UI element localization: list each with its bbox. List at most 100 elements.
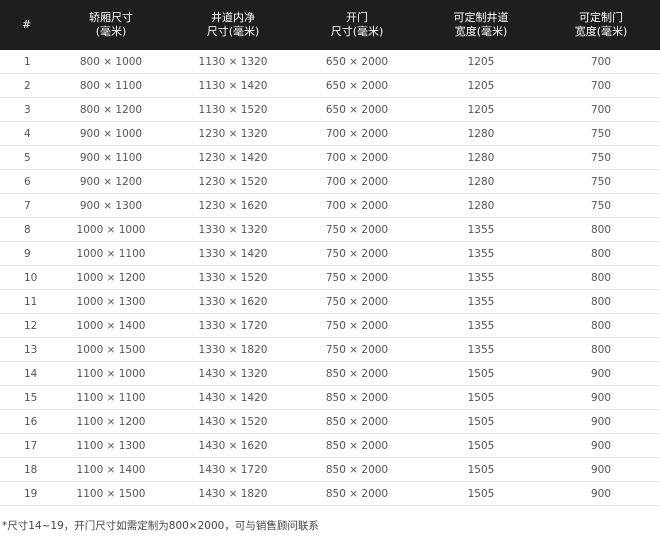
cell-car-size: 900 × 1300 bbox=[50, 193, 172, 218]
header-line: 宽度(毫米) bbox=[574, 25, 628, 38]
cell-custom-door-width: 700 bbox=[542, 50, 660, 74]
cell-car-size: 1100 × 1100 bbox=[50, 385, 172, 410]
cell-shaft-size: 1130 × 1520 bbox=[172, 97, 294, 122]
cell-custom-door-width: 700 bbox=[542, 73, 660, 98]
table-row: 19 1100 × 1500 1430 × 1820 850 × 2000 1505 90… bbox=[0, 481, 660, 506]
header-line: 尺寸(毫米) bbox=[330, 25, 384, 38]
cell-custom-door-width: 750 bbox=[542, 193, 660, 218]
cell-shaft-size: 1330 × 1420 bbox=[172, 241, 294, 266]
cell-index: 8 bbox=[0, 217, 50, 242]
cell-shaft-size: 1430 × 1820 bbox=[172, 481, 294, 506]
cell-index: 14 bbox=[0, 361, 50, 386]
cell-index: 18 bbox=[0, 457, 50, 482]
cell-custom-shaft-width: 1280 bbox=[420, 169, 542, 194]
cell-car-size: 800 × 1200 bbox=[50, 97, 172, 122]
cell-shaft-size: 1330 × 1520 bbox=[172, 265, 294, 290]
cell-shaft-size: 1230 × 1620 bbox=[172, 193, 294, 218]
cell-door-size: 750 × 2000 bbox=[294, 313, 420, 338]
cell-car-size: 1000 × 1100 bbox=[50, 241, 172, 266]
cell-custom-door-width: 750 bbox=[542, 145, 660, 170]
cell-door-size: 750 × 2000 bbox=[294, 289, 420, 314]
cell-custom-shaft-width: 1355 bbox=[420, 289, 542, 314]
cell-custom-shaft-width: 1505 bbox=[420, 409, 542, 434]
table-row: 14 1100 × 1000 1430 × 1320 850 × 2000 1505 90… bbox=[0, 361, 660, 386]
cell-index: 13 bbox=[0, 337, 50, 362]
cell-shaft-size: 1230 × 1420 bbox=[172, 145, 294, 170]
cell-custom-shaft-width: 1355 bbox=[420, 337, 542, 362]
cell-door-size: 750 × 2000 bbox=[294, 265, 420, 290]
cell-car-size: 900 × 1100 bbox=[50, 145, 172, 170]
cell-index: 4 bbox=[0, 121, 50, 146]
cell-custom-shaft-width: 1280 bbox=[420, 193, 542, 218]
cell-custom-door-width: 800 bbox=[542, 217, 660, 242]
cell-door-size: 850 × 2000 bbox=[294, 409, 420, 434]
table-row: 2 800 × 1100 1130 × 1420 650 × 2000 1205 700 bbox=[0, 73, 660, 98]
header-index-label: # bbox=[22, 18, 32, 31]
cell-custom-door-width: 750 bbox=[542, 121, 660, 146]
cell-custom-door-width: 800 bbox=[542, 289, 660, 314]
cell-custom-door-width: 700 bbox=[542, 97, 660, 122]
cell-index: 9 bbox=[0, 241, 50, 266]
cell-custom-door-width: 900 bbox=[542, 385, 660, 410]
cell-index: 19 bbox=[0, 481, 50, 506]
table-row: 17 1100 × 1300 1430 × 1620 850 × 2000 1505 90… bbox=[0, 433, 660, 458]
cell-custom-door-width: 800 bbox=[542, 241, 660, 266]
cell-custom-shaft-width: 1505 bbox=[420, 457, 542, 482]
cell-car-size: 1100 × 1000 bbox=[50, 361, 172, 386]
cell-car-size: 1100 × 1300 bbox=[50, 433, 172, 458]
table-body: 1 800 × 1000 1130 × 1320 650 × 2000 1205 700 2… bbox=[0, 50, 660, 506]
cell-door-size: 850 × 2000 bbox=[294, 361, 420, 386]
cell-custom-shaft-width: 1205 bbox=[420, 73, 542, 98]
cell-index: 3 bbox=[0, 97, 50, 122]
table-row: 18 1100 × 1400 1430 × 1720 850 × 2000 1505 90… bbox=[0, 457, 660, 482]
header-line: 开门 bbox=[346, 11, 368, 24]
footnote: *尺寸14~19，开门尺寸如需定制为800×2000，可与销售顾问联系 bbox=[2, 520, 319, 532]
cell-car-size: 1000 × 1200 bbox=[50, 265, 172, 290]
cell-index: 10 bbox=[0, 265, 50, 290]
cell-custom-shaft-width: 1280 bbox=[420, 145, 542, 170]
cell-shaft-size: 1330 × 1720 bbox=[172, 313, 294, 338]
cell-custom-shaft-width: 1205 bbox=[420, 97, 542, 122]
cell-car-size: 900 × 1000 bbox=[50, 121, 172, 146]
cell-door-size: 850 × 2000 bbox=[294, 457, 420, 482]
cell-custom-door-width: 750 bbox=[542, 169, 660, 194]
cell-index: 16 bbox=[0, 409, 50, 434]
cell-index: 11 bbox=[0, 289, 50, 314]
header-line: 井道内净 bbox=[211, 11, 255, 24]
cell-index: 7 bbox=[0, 193, 50, 218]
table-row: 11 1000 × 1300 1330 × 1620 750 × 2000 1355 80… bbox=[0, 289, 660, 314]
cell-custom-shaft-width: 1355 bbox=[420, 313, 542, 338]
cell-shaft-size: 1430 × 1720 bbox=[172, 457, 294, 482]
cell-shaft-size: 1330 × 1820 bbox=[172, 337, 294, 362]
cell-door-size: 650 × 2000 bbox=[294, 50, 420, 74]
cell-shaft-size: 1330 × 1620 bbox=[172, 289, 294, 314]
cell-custom-door-width: 900 bbox=[542, 457, 660, 482]
header-line: (毫米) bbox=[95, 25, 127, 38]
cell-door-size: 850 × 2000 bbox=[294, 433, 420, 458]
header-row: # 轿厢尺寸 (毫米) 井道内净 尺寸(毫米) 开门 尺寸(毫米) 可定制井道 … bbox=[0, 0, 660, 50]
table-row: 16 1100 × 1200 1430 × 1520 850 × 2000 1505 90… bbox=[0, 409, 660, 434]
cell-index: 15 bbox=[0, 385, 50, 410]
cell-shaft-size: 1230 × 1320 bbox=[172, 121, 294, 146]
header-line: 可定制井道 bbox=[453, 11, 509, 24]
elevator-size-table: # 轿厢尺寸 (毫米) 井道内净 尺寸(毫米) 开门 尺寸(毫米) 可定制井道 … bbox=[0, 0, 660, 506]
cell-custom-shaft-width: 1355 bbox=[420, 241, 542, 266]
table-row: 10 1000 × 1200 1330 × 1520 750 × 2000 1355 80… bbox=[0, 265, 660, 290]
cell-custom-shaft-width: 1355 bbox=[420, 217, 542, 242]
table-row: 9 1000 × 1100 1330 × 1420 750 × 2000 1355 800 bbox=[0, 241, 660, 266]
table-row: 4 900 × 1000 1230 × 1320 700 × 2000 1280 750 bbox=[0, 121, 660, 146]
header-car-size: 轿厢尺寸 (毫米) bbox=[50, 0, 172, 50]
cell-index: 2 bbox=[0, 73, 50, 98]
cell-car-size: 900 × 1200 bbox=[50, 169, 172, 194]
cell-custom-door-width: 800 bbox=[542, 337, 660, 362]
cell-index: 1 bbox=[0, 50, 50, 74]
cell-custom-door-width: 800 bbox=[542, 313, 660, 338]
table-row: 5 900 × 1100 1230 × 1420 700 × 2000 1280 750 bbox=[0, 145, 660, 170]
cell-custom-door-width: 900 bbox=[542, 433, 660, 458]
cell-shaft-size: 1230 × 1520 bbox=[172, 169, 294, 194]
cell-door-size: 700 × 2000 bbox=[294, 193, 420, 218]
cell-car-size: 1000 × 1400 bbox=[50, 313, 172, 338]
cell-car-size: 1000 × 1500 bbox=[50, 337, 172, 362]
cell-car-size: 800 × 1100 bbox=[50, 73, 172, 98]
cell-car-size: 800 × 1000 bbox=[50, 50, 172, 74]
